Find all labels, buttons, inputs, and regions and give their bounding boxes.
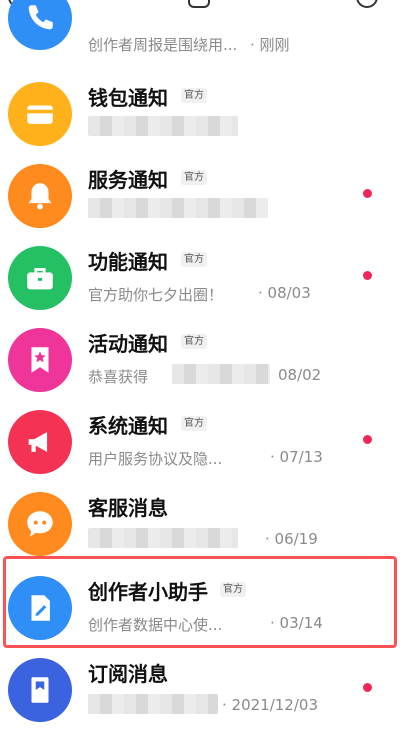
blurred-preview bbox=[88, 694, 218, 714]
item-subtitle: 用户服务协议及隐... bbox=[88, 450, 223, 468]
item-time: · 刚刚 bbox=[250, 36, 290, 54]
card-icon bbox=[8, 82, 72, 146]
item-time: · 03/14 bbox=[270, 614, 323, 632]
item-subtitle: 官方助你七夕出圈！ bbox=[88, 286, 224, 304]
edit-icon bbox=[8, 576, 72, 640]
item-time: · 07/13 bbox=[270, 448, 323, 466]
star-bookmark-icon bbox=[8, 328, 72, 392]
briefcase-icon bbox=[8, 246, 72, 310]
item-time: 08/02 bbox=[278, 366, 322, 384]
item-time: · 08/03 bbox=[258, 284, 311, 302]
blurred-preview bbox=[172, 364, 270, 384]
blurred-preview bbox=[88, 116, 238, 136]
official-badge: 官方 bbox=[181, 170, 207, 185]
item-time: · 2021/12/03 bbox=[222, 696, 318, 714]
official-badge: 官方 bbox=[181, 416, 207, 431]
list-item-feature[interactable]: 功能通知 官方 官方助你七夕出圈！ · 08/03 bbox=[0, 238, 400, 318]
unread-dot bbox=[363, 271, 372, 280]
official-badge: 官方 bbox=[181, 252, 207, 267]
megaphone-icon bbox=[8, 410, 72, 474]
list-item-wallet[interactable]: 钱包通知 官方 bbox=[0, 74, 400, 154]
list-item-creator-assistant[interactable]: 创作者小助手 官方 创作者数据中心使... · 03/14 bbox=[0, 568, 400, 648]
item-title: 活动通知 bbox=[88, 332, 168, 356]
unread-dot bbox=[363, 189, 372, 198]
official-badge: 官方 bbox=[181, 88, 207, 103]
official-badge: 官方 bbox=[181, 334, 207, 349]
item-time: · 06/19 bbox=[265, 530, 318, 548]
blurred-preview bbox=[88, 528, 238, 548]
item-title: 订阅消息 bbox=[88, 662, 168, 686]
item-subtitle: 创作者数据中心使... bbox=[88, 616, 223, 634]
blurred-preview bbox=[88, 198, 268, 218]
list-item[interactable]: 创作者周报是围绕用... · 刚刚 bbox=[0, 0, 400, 58]
chat-icon bbox=[8, 492, 72, 556]
item-title: 服务通知 bbox=[88, 168, 168, 192]
document-icon bbox=[8, 658, 72, 722]
item-title: 系统通知 bbox=[88, 414, 168, 438]
list-item-subscription[interactable]: 订阅消息 · 2021/12/03 bbox=[0, 650, 400, 730]
item-subtitle: 创作者周报是围绕用... bbox=[88, 36, 238, 54]
unread-dot bbox=[363, 435, 372, 444]
item-title: 客服消息 bbox=[88, 496, 168, 520]
list-item-activity[interactable]: 活动通知 官方 恭喜获得 08/02 bbox=[0, 320, 400, 400]
list-item-service[interactable]: 服务通知 官方 bbox=[0, 156, 400, 236]
item-title: 钱包通知 bbox=[88, 86, 168, 110]
unread-dot bbox=[363, 683, 372, 692]
item-subtitle: 恭喜获得 bbox=[88, 368, 149, 386]
official-badge: 官方 bbox=[220, 582, 246, 597]
bell-icon bbox=[8, 164, 72, 228]
item-title: 创作者小助手 bbox=[88, 580, 208, 604]
item-title: 功能通知 bbox=[88, 250, 168, 274]
phone-icon bbox=[8, 0, 72, 50]
list-item-system[interactable]: 系统通知 官方 用户服务协议及隐... · 07/13 bbox=[0, 402, 400, 482]
list-item-customer-service[interactable]: 客服消息 · 06/19 bbox=[0, 484, 400, 564]
